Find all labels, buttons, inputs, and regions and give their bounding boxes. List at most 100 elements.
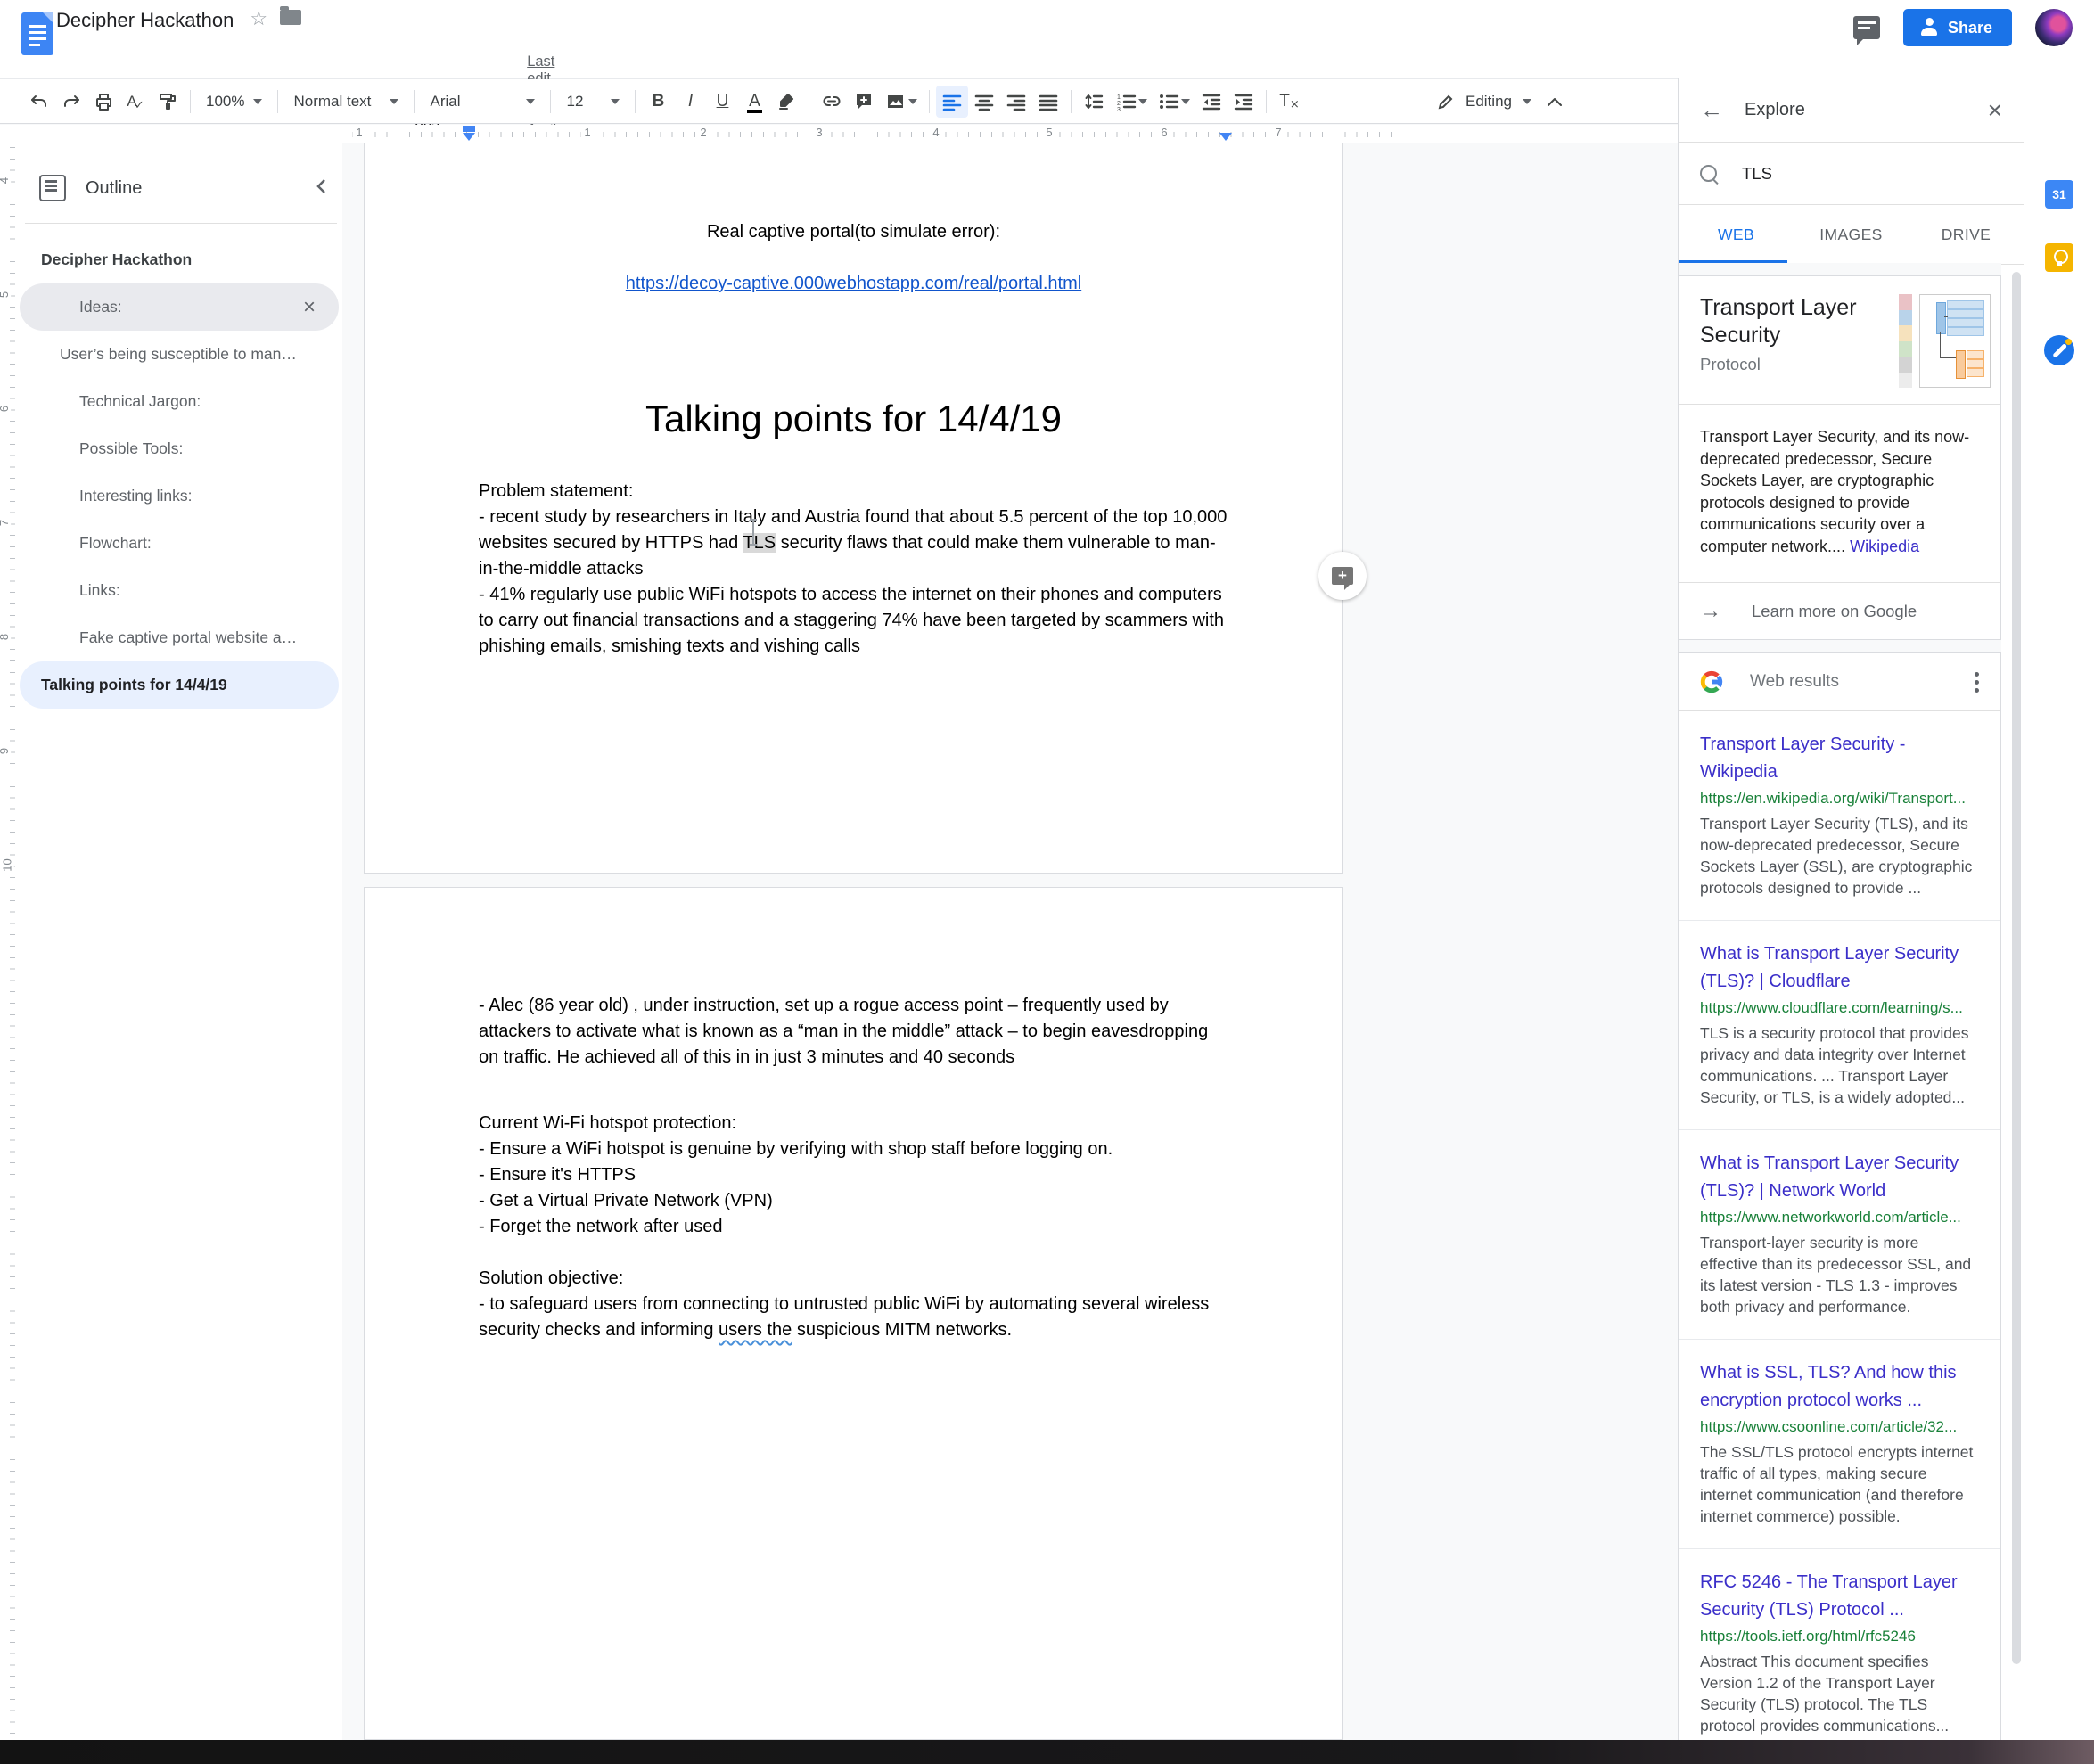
zoom-select[interactable]: 100% [197, 93, 271, 111]
tasks-icon[interactable] [2044, 335, 2074, 365]
outline-item-label: Ideas: [79, 298, 122, 316]
knowledge-thumbnail-colors[interactable] [1899, 294, 1912, 388]
knowledge-thumbnail-diagram[interactable] [1919, 294, 1991, 388]
bold-button[interactable]: B [642, 86, 674, 118]
keep-icon[interactable] [2045, 243, 2073, 272]
outline-item[interactable]: Decipher Hackathon [20, 236, 339, 283]
result-title-link[interactable]: RFC 5246 - The Transport Layer Security … [1700, 1569, 1979, 1624]
first-line-indent-marker[interactable] [463, 126, 475, 132]
outline-item[interactable]: User’s being susceptible to man… [20, 331, 339, 378]
tab-drive[interactable]: DRIVE [1909, 205, 2024, 264]
result-title-link[interactable]: Transport Layer Security - Wikipedia [1700, 731, 1979, 786]
document-page-2[interactable]: - Alec (86 year old) , under instruction… [364, 887, 1343, 1740]
insert-image-button[interactable] [880, 86, 923, 118]
undo-button[interactable] [23, 86, 55, 118]
more-options-icon[interactable] [1975, 672, 1979, 693]
spellcheck-button[interactable]: A✓ [119, 86, 152, 118]
doc-paragraph [479, 1071, 1228, 1111]
explore-results-area: Transport Layer Security Protocol [1679, 263, 2001, 1740]
tab-images[interactable]: IMAGES [1794, 205, 1909, 264]
align-right-button[interactable] [1000, 86, 1032, 118]
align-left-button[interactable] [936, 86, 968, 118]
paint-format-button[interactable] [152, 86, 184, 118]
underline-button[interactable]: U [706, 86, 738, 118]
ruler-number: 10 [1, 856, 14, 874]
taskbar [0, 1740, 2094, 1764]
add-comment-button[interactable] [848, 86, 880, 118]
explore-scrollbar[interactable] [2012, 272, 2021, 1664]
side-panel-strip: 31 [2024, 78, 2094, 1740]
outline-item[interactable]: Technical Jargon: [20, 378, 339, 425]
back-arrow-icon[interactable]: ← [1700, 96, 1723, 124]
add-comment-fab[interactable]: + [1318, 552, 1367, 600]
ruler-number: 4 [0, 175, 11, 186]
outline-item[interactable]: Links: [20, 567, 339, 614]
outline-item[interactable]: Possible Tools: [20, 425, 339, 472]
search-result: What is SSL, TLS? And how this encryptio… [1679, 1339, 2000, 1548]
right-indent-marker[interactable] [1219, 133, 1232, 141]
result-title-link[interactable]: What is Transport Layer Security (TLS)? … [1700, 940, 1979, 996]
italic-button[interactable]: I [674, 86, 706, 118]
increase-indent-button[interactable] [1228, 86, 1260, 118]
outline-item[interactable]: Flowchart: [20, 520, 339, 567]
text-color-button[interactable]: A [738, 86, 770, 118]
tab-web[interactable]: WEB [1679, 205, 1794, 264]
hide-menus-button[interactable] [1539, 86, 1571, 118]
outline-item[interactable]: Talking points for 14/4/19 [20, 661, 339, 709]
bulleted-list-button[interactable] [1153, 86, 1195, 118]
outline-item[interactable]: Fake captive portal website a… [20, 614, 339, 661]
ruler-number: 6 [1157, 126, 1170, 139]
result-title-link[interactable]: What is SSL, TLS? And how this encryptio… [1700, 1359, 1979, 1415]
numbered-list-button[interactable]: 123 [1110, 86, 1153, 118]
star-icon[interactable]: ☆ [250, 7, 267, 30]
wikipedia-link[interactable]: Wikipedia [1850, 537, 1919, 555]
line-spacing-button[interactable] [1078, 86, 1110, 118]
explore-search-input[interactable]: TLS [1679, 143, 2024, 205]
doc-paragraph [479, 323, 1228, 349]
paragraph-style-select[interactable]: Normal text [284, 93, 407, 111]
doc-hyperlink[interactable]: https://decoy-captive.000webhostapp.com/… [626, 274, 1081, 293]
outline-item[interactable]: Interesting links: [20, 472, 339, 520]
docs-logo-icon[interactable] [21, 12, 53, 55]
toolbar: A✓ 100% Normal text Arial 12 B I U A 123… [0, 79, 1678, 124]
font-size-select[interactable]: 12 [557, 93, 628, 111]
document-title[interactable]: Decipher Hackathon [56, 9, 234, 32]
close-icon[interactable]: × [1988, 96, 2002, 125]
calendar-icon[interactable]: 31 [2045, 180, 2073, 209]
comment-history-icon[interactable] [1853, 16, 1880, 39]
justify-button[interactable] [1032, 86, 1064, 118]
text-cursor [749, 519, 758, 546]
result-url: https://en.wikipedia.org/wiki/Transport.… [1700, 786, 1979, 811]
share-lock-person-icon [1919, 18, 1939, 37]
left-indent-marker[interactable] [463, 133, 475, 141]
font-select[interactable]: Arial [421, 93, 544, 111]
move-folder-icon[interactable] [280, 10, 301, 25]
insert-link-button[interactable] [816, 86, 848, 118]
editing-mode-select[interactable]: Editing [1437, 93, 1539, 111]
doc-paragraph: Solution objective: [479, 1266, 1228, 1292]
clear-formatting-button[interactable]: T⨯ [1273, 86, 1305, 118]
share-button[interactable]: Share [1903, 9, 2012, 46]
ruler-number: 1 [352, 126, 365, 139]
highlighted-word: TLS [743, 533, 776, 553]
collapse-outline-icon[interactable] [316, 178, 326, 199]
outline-title: Outline [86, 178, 316, 199]
align-center-button[interactable] [968, 86, 1000, 118]
decrease-indent-button[interactable] [1195, 86, 1228, 118]
highlight-color-button[interactable] [770, 86, 802, 118]
ruler-number: 6 [0, 403, 11, 414]
remove-from-outline-icon[interactable]: × [303, 295, 316, 320]
google-logo-icon [1700, 670, 1723, 693]
document-page-1[interactable]: Real captive portal(to simulate error): … [364, 143, 1343, 874]
doc-paragraph [479, 1240, 1228, 1266]
doc-paragraph: Problem statement: [479, 479, 1228, 505]
chevron-down-icon [1181, 99, 1190, 104]
print-button[interactable] [87, 86, 119, 118]
app-header: Decipher Hackathon☆ FileEditViewInsertFo… [0, 0, 2094, 79]
outline-item[interactable]: Ideas: × [20, 283, 339, 331]
redo-button[interactable] [55, 86, 87, 118]
learn-more-row[interactable]: → Learn more on Google [1679, 582, 2000, 639]
result-title-link[interactable]: What is Transport Layer Security (TLS)? … [1700, 1150, 1979, 1205]
horizontal-ruler: 11234567 [0, 125, 1678, 143]
account-avatar[interactable] [2035, 9, 2073, 46]
